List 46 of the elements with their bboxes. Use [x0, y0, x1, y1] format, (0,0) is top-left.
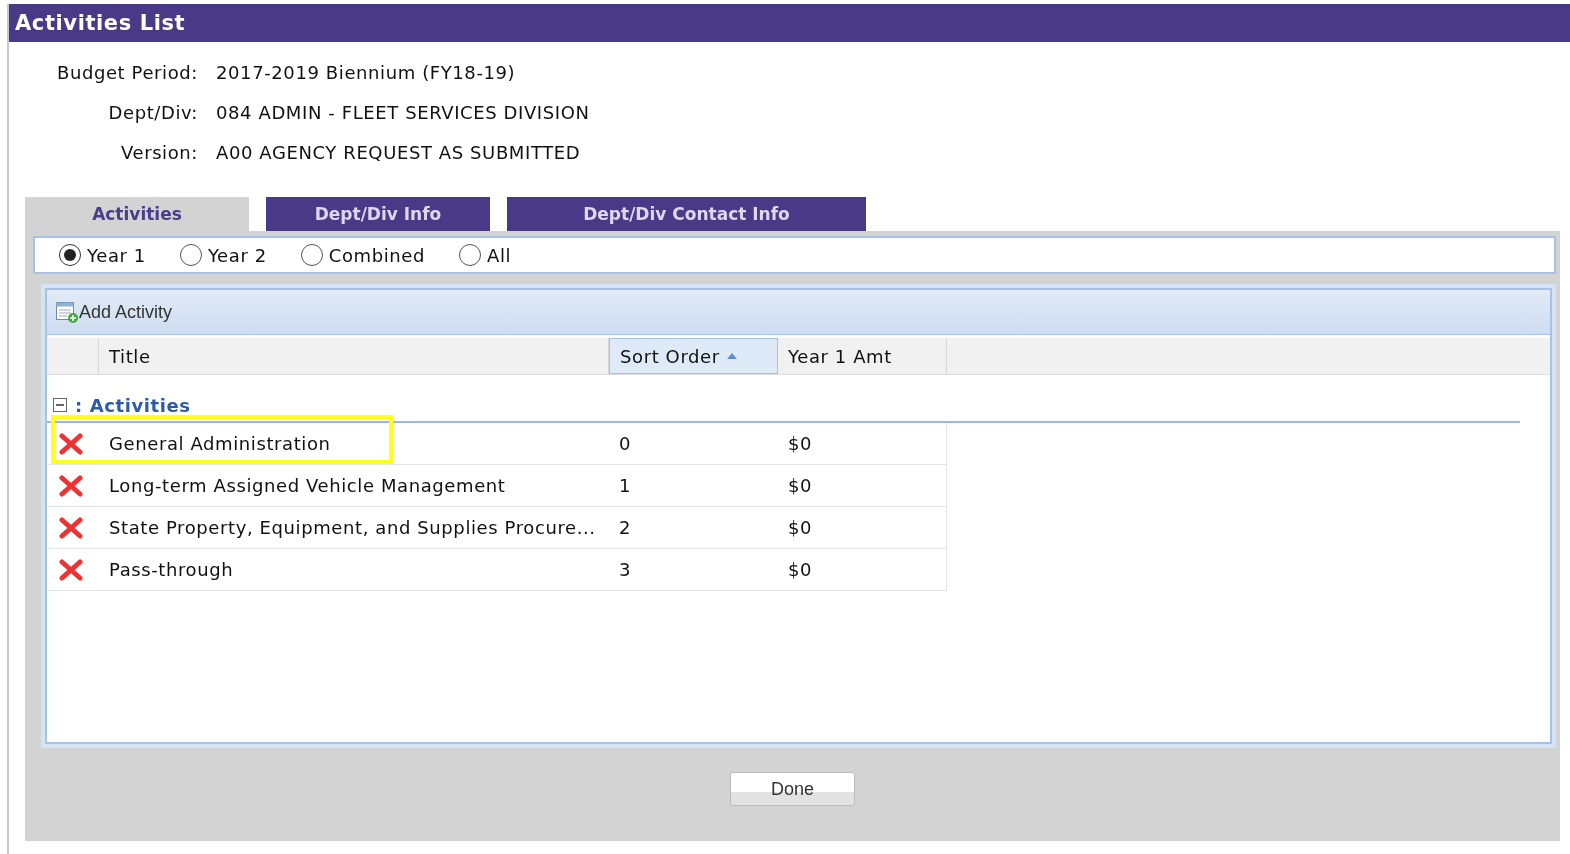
- table-cell: 0: [619, 433, 632, 454]
- sort-ascending-icon: [725, 352, 738, 360]
- radio-button[interactable]: [59, 244, 81, 266]
- radio-option[interactable]: Year 2: [179, 244, 267, 266]
- delete-icon[interactable]: [59, 558, 83, 581]
- radio-label: All: [487, 244, 512, 266]
- radio-label: Year 2: [207, 244, 267, 266]
- table-cell: Pass-through: [109, 559, 234, 580]
- table-cell: Long-term Assigned Vehicle Management: [109, 475, 506, 496]
- table-cell: $0: [788, 475, 813, 496]
- field-value: A00 AGENCY REQUEST AS SUBMITTED: [216, 142, 582, 163]
- column-header[interactable]: Year 1 Amt: [778, 338, 947, 374]
- radio-label: Combined: [328, 244, 426, 266]
- table-cell: $0: [788, 517, 813, 538]
- tab[interactable]: Activities: [25, 197, 249, 231]
- tab[interactable]: Dept/Div Info: [266, 197, 490, 231]
- radio-label: Year 1: [87, 244, 146, 266]
- delete-icon[interactable]: [59, 516, 83, 539]
- done-button[interactable]: Done: [730, 772, 855, 806]
- field-value: 084 ADMIN - FLEET SERVICES DIVISION: [216, 102, 591, 123]
- radio-option[interactable]: Year 1: [59, 244, 146, 266]
- table-cell: $0: [788, 559, 813, 580]
- tab[interactable]: Dept/Div Contact Info: [507, 197, 866, 231]
- field-label: Dept/Div:: [107, 102, 198, 123]
- radio-button[interactable]: [459, 244, 482, 266]
- table-cell: 1: [619, 475, 632, 496]
- field-label: Version:: [119, 142, 198, 163]
- group-label: : Activities: [75, 394, 191, 416]
- radio-option[interactable]: All: [459, 244, 512, 266]
- table-cell: General Administration: [109, 433, 331, 454]
- column-header[interactable]: Sort Order: [609, 338, 778, 374]
- table-cell: 2: [619, 517, 632, 538]
- field-value: 2017-2019 Biennium (FY18-19): [216, 62, 517, 83]
- radio-button[interactable]: [179, 244, 202, 266]
- field-label: Budget Period:: [55, 62, 198, 83]
- delete-icon[interactable]: [59, 474, 83, 497]
- add-activity-button[interactable]: Add Activity: [55, 300, 173, 324]
- add-table-icon: [55, 300, 79, 324]
- table-cell: $0: [788, 433, 813, 454]
- collapse-icon[interactable]: [53, 398, 67, 412]
- table-cell: State Property, Equipment, and Supplies Procure...: [109, 517, 596, 538]
- radio-button[interactable]: [300, 244, 323, 266]
- delete-icon[interactable]: [59, 432, 83, 455]
- radio-option[interactable]: Combined: [300, 244, 426, 266]
- window-title: Activities List: [15, 11, 186, 35]
- table-cell: 3: [619, 559, 632, 580]
